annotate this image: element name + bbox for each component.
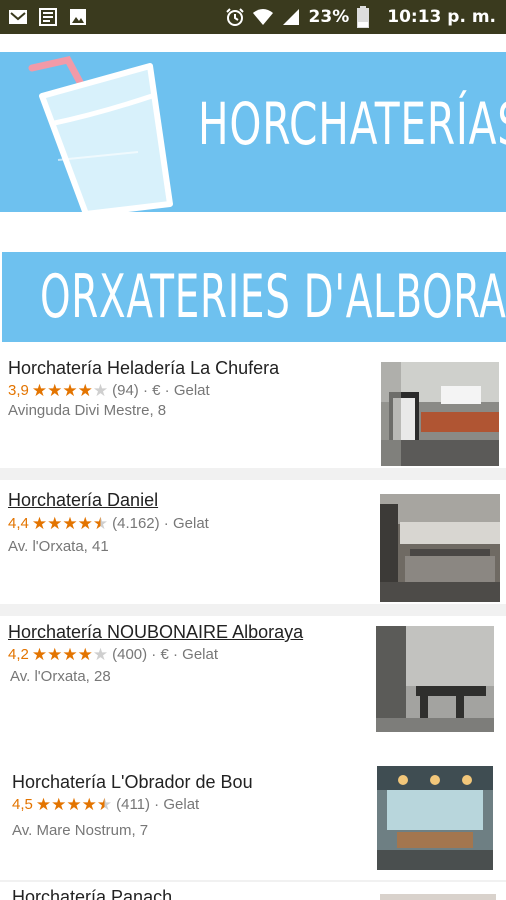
rating-row: 4,2 ★ ★ ★ ★ ★ (400) · € · Gelat (8, 644, 219, 664)
rating-row: 4,4 ★ ★ ★ ★ ★ (4.162) · Gelat (8, 513, 209, 533)
place-address: Av. l'Orxata, 41 (8, 538, 109, 555)
banner-title: HORCHATERÍAS (198, 90, 506, 158)
review-count: (400) (112, 646, 148, 663)
star-icon: ★ (35, 794, 52, 814)
place-name[interactable]: Horchatería Daniel (8, 490, 158, 511)
star-icon: ★ (77, 644, 93, 664)
signal-icon (282, 9, 299, 25)
price-level: € (152, 382, 161, 399)
star-icon: ★ (31, 380, 48, 400)
star-icon: ★ (31, 644, 48, 664)
review-count: (94) (112, 382, 139, 399)
star-rating: ★ ★ ★ ★ ★ (31, 380, 109, 400)
review-count: (411) (116, 796, 151, 813)
star-icon: ★ (92, 513, 109, 533)
image-icon (70, 9, 86, 25)
star-icon: ★ (47, 644, 63, 664)
orxateries-banner: ORXATERIES D'ALBORAIA (2, 252, 506, 342)
horchata-glass-icon (28, 56, 173, 212)
star-rating: ★ ★ ★ ★ ★ (31, 644, 109, 664)
star-icon: ★ (47, 380, 63, 400)
list-divider (0, 604, 506, 616)
place-card[interactable]: Horchatería Heladería La Chufera 3,9 ★ ★ ★… (0, 342, 506, 468)
place-name[interactable]: Horchatería NOUBONAIRE Alboraya (8, 622, 303, 643)
star-rating: ★ ★ ★ ★ ★ (35, 794, 113, 814)
status-bar: 23% 10:13 p. m. (0, 0, 506, 34)
place-photo[interactable] (381, 362, 499, 466)
star-icon: ★ (62, 380, 78, 400)
star-icon: ★ (96, 794, 113, 814)
place-address: Avinguda Divi Mestre, 8 (8, 402, 167, 419)
star-icon: ★ (62, 644, 78, 664)
gmail-icon (9, 10, 27, 24)
rating-value: 4,4 (8, 515, 29, 532)
battery-percent: 23% (308, 7, 350, 27)
alarm-icon (225, 8, 244, 26)
battery-icon (357, 6, 370, 28)
dot-separator: · (138, 382, 153, 399)
star-icon: ★ (92, 644, 109, 664)
place-name[interactable]: Horchatería Panach (12, 887, 172, 900)
star-icon: ★ (51, 794, 67, 814)
app-notification-icon (39, 8, 57, 26)
place-address: Av. Mare Nostrum, 7 (12, 822, 149, 839)
wifi-icon (252, 9, 273, 25)
category: Gelat (173, 382, 210, 399)
rating-row: 4,5 ★ ★ ★ ★ ★ (411) · Gelat (12, 794, 200, 814)
dot-separator: · (160, 382, 174, 399)
dot-separator: · (150, 796, 164, 813)
place-name[interactable]: Horchatería L'Obrador de Bou (12, 772, 253, 793)
rating-value: 4,2 (8, 646, 29, 663)
price-level: € (160, 646, 169, 663)
place-card[interactable]: Horchatería Daniel 4,4 ★ ★ ★ ★ ★ (4.162) · G… (0, 480, 506, 604)
star-rating: ★ ★ ★ ★ ★ (31, 513, 109, 533)
dot-separator: · (168, 646, 183, 663)
place-address: Av. l'Orxata, 28 (10, 668, 111, 685)
rating-value: 4,5 (12, 796, 33, 813)
star-icon: ★ (77, 380, 93, 400)
dot-separator: · (159, 515, 173, 532)
star-icon: ★ (81, 794, 97, 814)
rating-value: 3,9 (8, 382, 29, 399)
category: Gelat (182, 646, 219, 663)
star-icon: ★ (77, 513, 93, 533)
category: Gelat (172, 515, 209, 532)
banner-subtitle: ORXATERIES D'ALBORAIA (40, 262, 506, 332)
place-photo[interactable] (380, 494, 500, 602)
star-icon: ★ (31, 513, 48, 533)
clock: 10:13 p. m. (387, 7, 496, 27)
place-photo[interactable] (380, 894, 496, 900)
list-divider (0, 468, 506, 480)
place-card[interactable]: Horchatería NOUBONAIRE Alboraya 4,2 ★ ★ ★ ★… (0, 616, 506, 752)
place-card[interactable]: Horchatería Panach (0, 882, 506, 900)
place-name[interactable]: Horchatería Heladería La Chufera (8, 358, 279, 379)
star-icon: ★ (92, 380, 109, 400)
dot-separator: · (147, 646, 161, 663)
place-photo[interactable] (377, 766, 493, 870)
rating-row: 3,9 ★ ★ ★ ★ ★ (94) · € · Gelat (8, 380, 210, 400)
star-icon: ★ (66, 794, 82, 814)
star-icon: ★ (62, 513, 78, 533)
category: Gelat (163, 796, 200, 813)
review-count: (4.162) (112, 515, 160, 532)
star-icon: ★ (47, 513, 63, 533)
place-card[interactable]: Horchatería L'Obrador de Bou 4,5 ★ ★ ★ ★ ★ (… (0, 752, 506, 880)
place-photo[interactable] (376, 626, 494, 732)
horchaterias-banner: HORCHATERÍAS (0, 52, 506, 212)
